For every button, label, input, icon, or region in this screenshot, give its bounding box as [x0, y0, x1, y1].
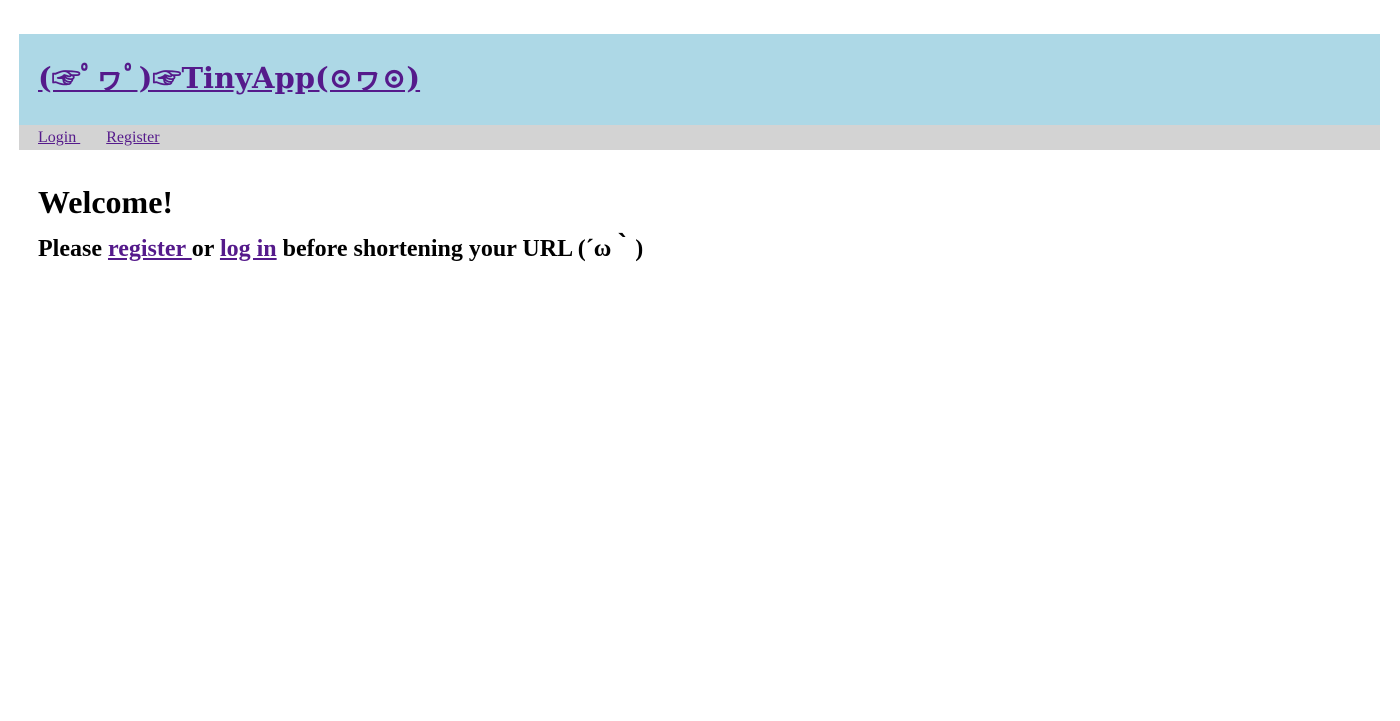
message-prefix: Please: [38, 235, 108, 262]
register-link[interactable]: register: [108, 236, 192, 262]
brand-home-link[interactable]: (☞ﾟヮﾟ)☞TinyApp(⊙ヮ⊙): [38, 64, 420, 93]
header-banner: (☞ﾟヮﾟ)☞TinyApp(⊙ヮ⊙): [19, 34, 1380, 125]
login-link[interactable]: log in: [220, 236, 277, 262]
main-content: Welcome! Please register or log in befor…: [38, 150, 1400, 264]
nav-register-link[interactable]: Register: [106, 129, 159, 147]
page: (☞ﾟヮﾟ)☞TinyApp(⊙ヮ⊙) Login Register Welco…: [0, 0, 1400, 721]
login-prompt-message: Please register or log in before shorten…: [38, 235, 1400, 264]
message-suffix: before shortening your URL (´ω｀): [276, 235, 644, 262]
nav-login-link[interactable]: Login: [38, 129, 80, 147]
message-middle: or: [191, 235, 220, 262]
nav-bar: Login Register: [19, 125, 1380, 150]
welcome-heading: Welcome!: [38, 184, 174, 220]
